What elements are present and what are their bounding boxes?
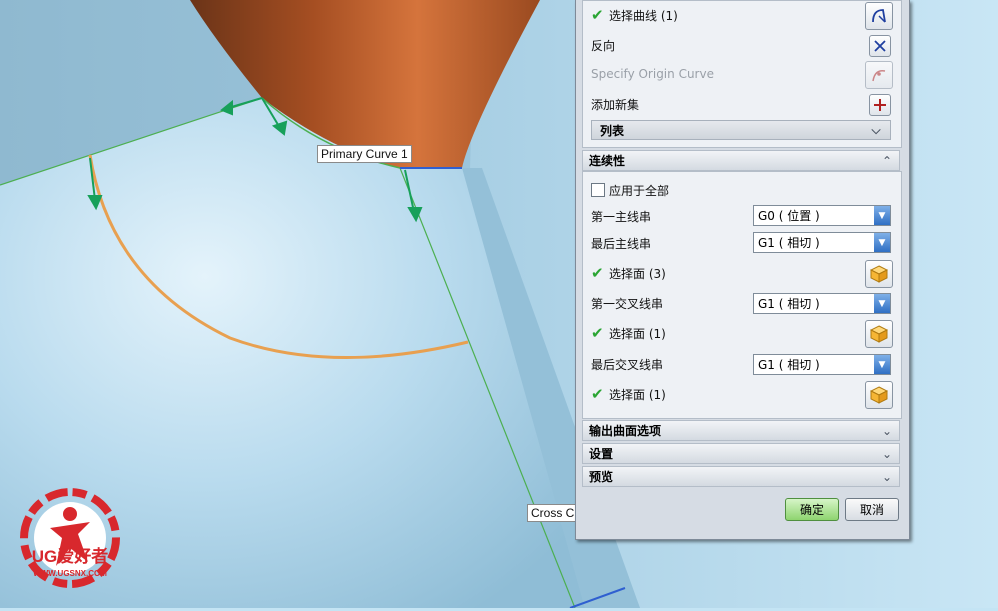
logo-brand-text: UG爱好者 — [32, 546, 109, 566]
output-options-title: 输出曲面选项 — [589, 424, 662, 438]
output-options-header[interactable]: 输出曲面选项 ⌄ — [582, 420, 900, 441]
list-toggle[interactable]: 列表 ⌵ — [591, 120, 891, 140]
brand-logo: UG爱好者 WWW.UGSNX.COM — [12, 484, 130, 599]
continuity-body: 应用于全部 第一主线串 G0 ( 位置 ) ▼ 最后主线串 G1 ( 相切 ) … — [582, 171, 902, 419]
chevron-down-icon: ⌄ — [881, 423, 893, 438]
first-cross-label: 第一交叉线串 — [591, 296, 664, 311]
cross-curve-label: Cross C — [527, 504, 579, 522]
check-icon: ✔ — [591, 385, 604, 403]
list-label: 列表 — [600, 123, 625, 138]
last-primary-row: 最后主线串 — [591, 231, 651, 255]
last-cross-label: 最后交叉线串 — [591, 357, 664, 372]
first-primary-row: 第一主线串 — [591, 204, 651, 228]
continuity-header[interactable]: 连续性 ⌃ — [582, 150, 900, 171]
last-cross-row: 最后交叉线串 — [591, 352, 663, 376]
add-set-icon[interactable] — [869, 94, 891, 116]
origin-curve-label: Specify Origin Curve — [591, 67, 714, 81]
face-select-icon[interactable] — [865, 260, 893, 288]
last-primary-select[interactable]: G1 ( 相切 ) ▼ — [753, 232, 891, 253]
primary-curve-label: Primary Curve 1 — [317, 145, 412, 163]
first-primary-select[interactable]: G0 ( 位置 ) ▼ — [753, 205, 891, 226]
reverse-direction-icon[interactable] — [869, 35, 891, 57]
check-icon: ✔ — [591, 264, 604, 282]
select-face-label-2: 选择面 (1) — [609, 326, 666, 341]
logo-url-text: WWW.UGSNX.COM — [33, 569, 107, 578]
reverse-row: 反向 — [591, 33, 615, 57]
select-curve-row[interactable]: ✔ 选择曲线 (1) — [591, 3, 678, 27]
studio-surface-dialog: ✔ 选择曲线 (1) 反向 Specify Origin Curve 添加新集 — [575, 0, 910, 540]
origin-curve-row[interactable]: Specify Origin Curve — [591, 62, 714, 86]
last-primary-label: 最后主线串 — [591, 236, 652, 251]
reverse-label: 反向 — [591, 38, 616, 53]
first-cross-row: 第一交叉线串 — [591, 291, 663, 315]
select-face-label-3: 选择面 (1) — [609, 387, 666, 402]
add-set-label: 添加新集 — [591, 97, 640, 112]
dropdown-arrow-icon[interactable]: ▼ — [874, 206, 890, 225]
settings-header[interactable]: 设置 ⌄ — [582, 443, 900, 464]
select-face-row-1[interactable]: ✔ 选择面 (3) — [591, 261, 666, 285]
chevron-down-icon: ⌄ — [881, 469, 893, 484]
select-face-row-3[interactable]: ✔ 选择面 (1) — [591, 382, 666, 406]
apply-all-label: 应用于全部 — [609, 183, 670, 198]
cancel-button[interactable]: 取消 — [845, 498, 899, 521]
ok-button[interactable]: 确定 — [785, 498, 839, 521]
section-curves: ✔ 选择曲线 (1) 反向 Specify Origin Curve 添加新集 — [582, 0, 902, 148]
chevron-down-icon: ⌵ — [871, 122, 881, 137]
continuity-title: 连续性 — [589, 154, 626, 168]
preview-header[interactable]: 预览 ⌄ — [582, 466, 900, 487]
face-select-icon[interactable] — [865, 320, 893, 348]
check-icon: ✔ — [591, 6, 604, 24]
add-set-row: 添加新集 — [591, 92, 639, 116]
face-select-icon[interactable] — [865, 381, 893, 409]
apply-all-checkbox[interactable] — [591, 183, 605, 197]
dropdown-arrow-icon[interactable]: ▼ — [874, 355, 890, 374]
apply-all-row[interactable]: 应用于全部 — [591, 178, 669, 202]
chevron-down-icon: ⌄ — [881, 446, 893, 461]
select-face-row-2[interactable]: ✔ 选择面 (1) — [591, 321, 666, 345]
check-icon: ✔ — [591, 324, 604, 342]
dropdown-arrow-icon[interactable]: ▼ — [874, 294, 890, 313]
dropdown-arrow-icon[interactable]: ▼ — [874, 233, 890, 252]
select-face-label-1: 选择面 (3) — [609, 266, 666, 281]
chevron-up-icon: ⌃ — [881, 153, 893, 168]
first-cross-select[interactable]: G1 ( 相切 ) ▼ — [753, 293, 891, 314]
select-curve-label: 选择曲线 (1) — [609, 8, 678, 23]
origin-curve-icon[interactable] — [865, 61, 893, 89]
last-cross-select[interactable]: G1 ( 相切 ) ▼ — [753, 354, 891, 375]
preview-title: 预览 — [589, 470, 614, 484]
settings-title: 设置 — [589, 447, 614, 461]
curve-select-icon[interactable] — [865, 2, 893, 30]
first-primary-label: 第一主线串 — [591, 209, 652, 224]
